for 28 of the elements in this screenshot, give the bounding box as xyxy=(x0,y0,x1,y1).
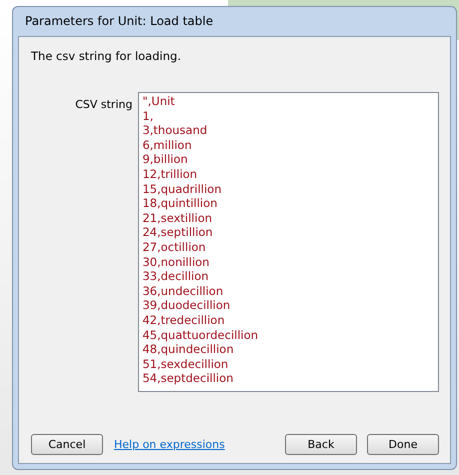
csv-line: 45,quattuordecillion xyxy=(142,328,260,342)
dialog-button[interactable]: Done xyxy=(367,434,439,455)
csv-line: 42,tredecillion xyxy=(142,312,226,328)
dialog-button[interactable]: Back xyxy=(285,434,357,455)
csv-line: 54,septdecillion xyxy=(142,371,234,386)
csv-line: 3,thousand xyxy=(142,123,208,138)
help-link[interactable]: Help on expressions xyxy=(114,438,225,451)
csv-line: 21,sextillion xyxy=(142,210,214,226)
csv-line: 30,nonillion xyxy=(142,254,210,270)
csv-line: 36,undecillion xyxy=(142,284,224,298)
dialog-button[interactable]: Cancel xyxy=(31,434,103,455)
csv-line: 18,quintillion xyxy=(142,196,218,211)
field-label: CSV string xyxy=(74,97,134,113)
csv-line: 6,million xyxy=(142,138,193,152)
window-title: Parameters for Unit: Load table xyxy=(24,13,214,30)
csv-line: 12,trillion xyxy=(142,166,198,182)
csv-line: 48,quindecillion xyxy=(142,342,235,357)
csv-line: ",Unit xyxy=(142,94,176,109)
csv-line: 24,septillion xyxy=(142,225,214,240)
csv-line: 33,decillion xyxy=(142,269,210,284)
csv-line: 1, xyxy=(142,108,154,124)
csv-line: 27,octillion xyxy=(142,240,207,255)
csv-field[interactable] xyxy=(138,92,439,392)
csv-line: 9,billion xyxy=(142,152,189,167)
description-text: The csv string for loading. xyxy=(31,49,182,63)
csv-line: 39,duodecillion xyxy=(142,298,232,313)
csv-line: 51,sexdecillion xyxy=(142,356,230,372)
csv-line: 15,quadrillion xyxy=(142,182,223,196)
